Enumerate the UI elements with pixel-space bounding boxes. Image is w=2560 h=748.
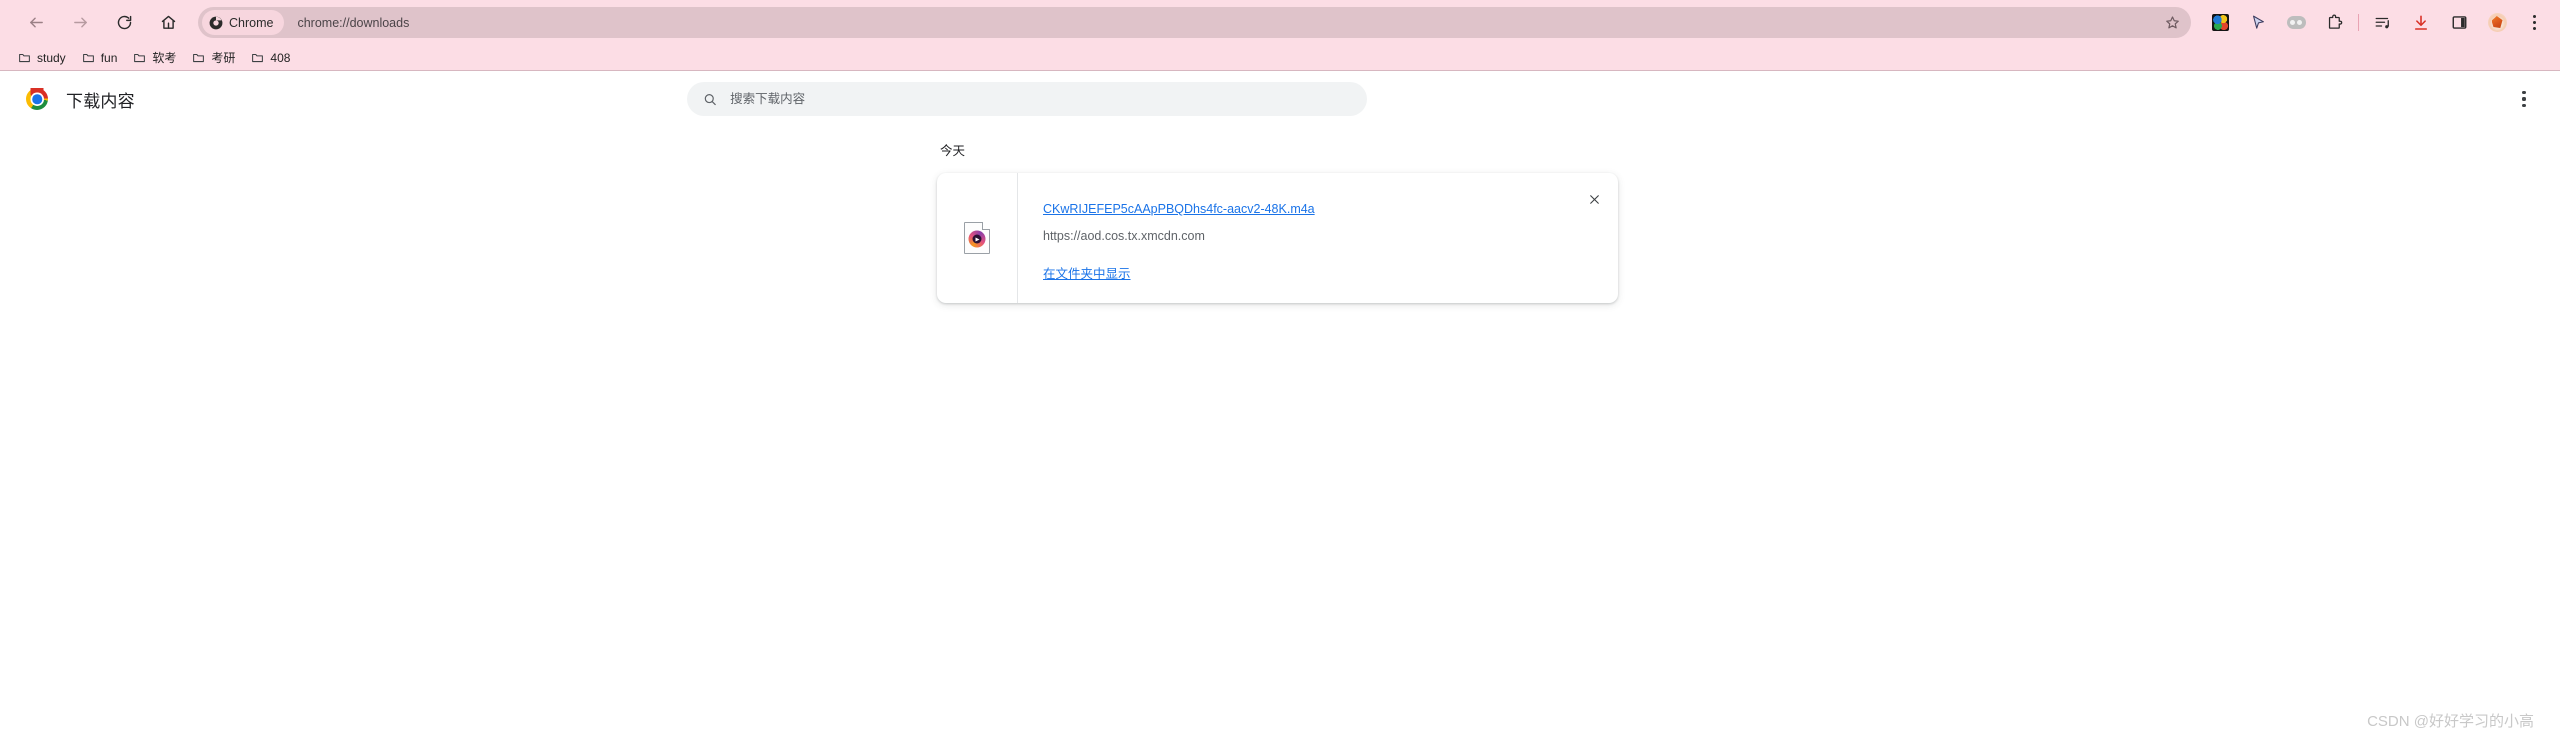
media-play-badge-icon bbox=[968, 230, 986, 248]
bookmark-fun[interactable]: fun bbox=[74, 48, 126, 68]
download-details: CKwRIJEFEP5cAApPBQDhs4fc-aacv2-48K.m4a h… bbox=[1018, 173, 1618, 303]
playlist-glyph bbox=[2375, 17, 2389, 28]
bookmark-kaoyan[interactable]: 考研 bbox=[184, 46, 243, 69]
downloads-icon[interactable] bbox=[2408, 10, 2434, 36]
download-icon-column bbox=[937, 173, 1018, 303]
avatar-glyph bbox=[2487, 13, 2507, 32]
search-box[interactable] bbox=[686, 82, 1367, 116]
bookmark-label: 软考 bbox=[152, 51, 177, 65]
back-arrow-icon bbox=[29, 17, 43, 28]
folder-icon bbox=[193, 54, 205, 63]
folder-icon bbox=[19, 54, 30, 63]
file-fold-corner bbox=[982, 222, 990, 230]
bookmark-label: 408 bbox=[270, 50, 291, 65]
capsule-extension-icon[interactable] bbox=[2283, 10, 2309, 36]
downloads-page: 下载内容 今天 CKwRIJEFEP5cAApPBQDhs4fc-aacv2- bbox=[0, 71, 2560, 747]
downloads-list: 今天 CKwRIJEFEP5cAApPBQDhs4fc-aacv2-48K.m4… bbox=[0, 140, 2560, 303]
remove-download-button[interactable] bbox=[1581, 186, 1607, 212]
forward-arrow-icon bbox=[73, 17, 87, 28]
home-button[interactable] bbox=[146, 1, 190, 45]
audio-file-icon bbox=[964, 222, 990, 254]
side-panel-glyph bbox=[2452, 16, 2466, 29]
download-item[interactable]: CKwRIJEFEP5cAApPBQDhs4fc-aacv2-48K.m4a h… bbox=[937, 173, 1618, 303]
downloads-more-menu-icon[interactable] bbox=[2510, 85, 2538, 113]
folder-icon bbox=[82, 54, 94, 63]
star-icon bbox=[2165, 16, 2179, 29]
bookmarks-bar: study fun 软考 考研 408 bbox=[0, 45, 2560, 71]
puzzle-glyph bbox=[2328, 14, 2342, 29]
downloads-page-toolbar: 下载内容 bbox=[0, 71, 2560, 127]
folder-icon bbox=[134, 54, 146, 63]
cursor-glyph bbox=[2252, 15, 2264, 29]
folder-icon bbox=[252, 54, 264, 63]
downloads-brand: 下载内容 bbox=[26, 87, 135, 112]
chrome-chip-icon bbox=[209, 16, 223, 29]
side-panel-icon[interactable] bbox=[2446, 10, 2472, 36]
date-group-header: 今天 bbox=[940, 144, 966, 158]
bookmark-ruankao[interactable]: 软考 bbox=[125, 46, 184, 69]
downloads-search-wrap bbox=[686, 82, 1367, 116]
show-in-folder-link[interactable]: 在文件夹中显示 bbox=[1043, 267, 1131, 283]
back-button[interactable] bbox=[14, 1, 58, 45]
bookmark-label: study bbox=[37, 50, 66, 65]
bookmark-star-button[interactable] bbox=[2159, 10, 2185, 36]
download-arrow-glyph bbox=[2414, 14, 2428, 30]
cursor-extension-icon[interactable] bbox=[2245, 10, 2271, 36]
browser-toolbar: Chrome chrome://downloads bbox=[0, 0, 2560, 45]
toolbar-divider bbox=[2358, 14, 2359, 31]
reload-icon bbox=[117, 15, 131, 30]
download-file-name-link[interactable]: CKwRIJEFEP5cAApPBQDhs4fc-aacv2-48K.m4a bbox=[1043, 202, 1315, 218]
watermark: CSDN @好好学习的小高 bbox=[2367, 713, 2534, 730]
globe-extension-icon[interactable] bbox=[2207, 10, 2233, 36]
reload-button[interactable] bbox=[102, 1, 146, 45]
bookmark-408[interactable]: 408 bbox=[243, 48, 298, 68]
search-input[interactable] bbox=[730, 92, 1351, 106]
forward-button[interactable] bbox=[58, 1, 102, 45]
globe-glyph bbox=[2211, 14, 2229, 31]
download-source-url: https://aod.cos.tx.xmcdn.com bbox=[1043, 229, 1205, 243]
chrome-source-chip[interactable]: Chrome bbox=[202, 10, 285, 35]
page-title: 下载内容 bbox=[66, 91, 135, 111]
media-playlist-icon[interactable] bbox=[2370, 10, 2396, 36]
chrome-menu-icon[interactable] bbox=[2522, 10, 2546, 36]
chrome-logo-icon bbox=[26, 88, 48, 110]
search-icon bbox=[704, 93, 716, 105]
home-icon bbox=[161, 15, 175, 29]
toolbar-icon-group bbox=[2201, 10, 2546, 36]
bookmark-label: fun bbox=[100, 50, 118, 65]
close-icon bbox=[1589, 194, 1599, 204]
address-bar-url: chrome://downloads bbox=[297, 15, 410, 30]
bookmark-label: 考研 bbox=[211, 51, 236, 65]
chrome-chip-label: Chrome bbox=[229, 15, 274, 30]
address-bar[interactable]: Chrome chrome://downloads bbox=[198, 7, 2191, 38]
capsule-glyph bbox=[2286, 16, 2306, 29]
bookmark-study[interactable]: study bbox=[10, 48, 74, 68]
profile-avatar-icon[interactable] bbox=[2484, 10, 2510, 36]
extensions-puzzle-icon[interactable] bbox=[2321, 10, 2347, 36]
